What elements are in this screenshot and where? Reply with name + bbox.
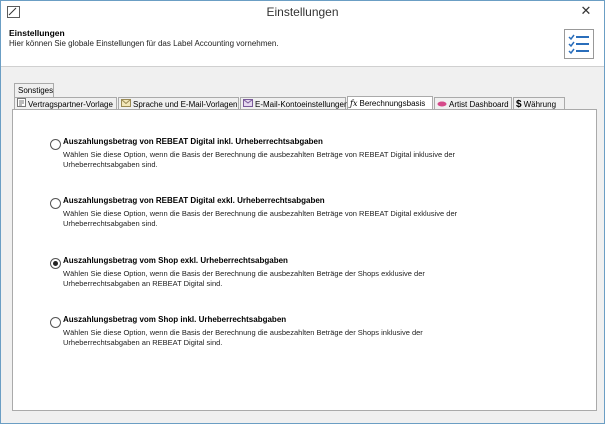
window-title: Einstellungen bbox=[266, 5, 339, 19]
option-description: Wählen Sie diese Option, wenn die Basis … bbox=[63, 328, 423, 347]
title-bar: Einstellungen ✕ bbox=[1, 1, 604, 22]
header-area: Einstellungen Hier können Sie globale Ei… bbox=[1, 22, 604, 67]
radio-button-checked[interactable] bbox=[50, 258, 61, 269]
tab-sonstiges[interactable]: Sonstiges bbox=[14, 83, 54, 97]
option-label[interactable]: Auszahlungsbetrag vom Shop inkl. Urheber… bbox=[63, 315, 286, 324]
close-button[interactable]: ✕ bbox=[571, 2, 601, 20]
header-description: Hier können Sie globale Einstellungen fü… bbox=[9, 39, 279, 48]
option-description: Wählen Sie diese Option, wenn die Basis … bbox=[63, 209, 458, 228]
option-label[interactable]: Auszahlungsbetrag von REBEAT Digital ink… bbox=[63, 137, 323, 146]
radio-button[interactable] bbox=[50, 139, 61, 150]
radio-button[interactable] bbox=[50, 198, 61, 209]
option-label[interactable]: Auszahlungsbetrag vom Shop exkl. Urheber… bbox=[63, 256, 288, 265]
option-label[interactable]: Auszahlungsbetrag von REBEAT Digital exk… bbox=[63, 196, 325, 205]
option-description: Wählen Sie diese Option, wenn die Basis … bbox=[63, 269, 425, 288]
settings-window: Einstellungen ✕ Einstellungen Hier könne… bbox=[0, 0, 605, 424]
radio-button[interactable] bbox=[50, 317, 61, 328]
option-description: Wählen Sie diese Option, wenn die Basis … bbox=[63, 150, 456, 169]
checklist-icon bbox=[564, 29, 594, 59]
header-title: Einstellungen bbox=[9, 28, 65, 38]
